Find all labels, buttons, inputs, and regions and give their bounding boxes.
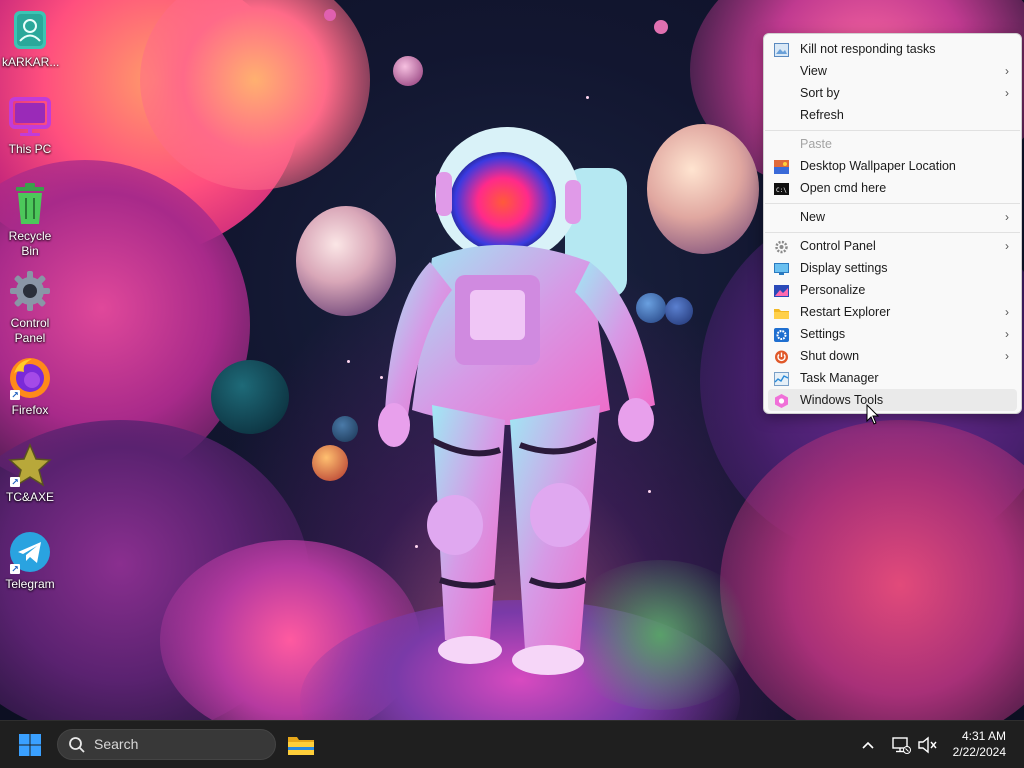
- telegram-icon: ↗: [8, 530, 52, 574]
- personalize-icon: [774, 283, 789, 297]
- chevron-right-icon: ›: [1005, 239, 1009, 253]
- taskbar-file-explorer-button[interactable]: [286, 731, 316, 759]
- display-icon: [774, 261, 789, 275]
- menu-separator: [765, 203, 1020, 204]
- desktop-icon-label: TC&AXE: [5, 490, 54, 504]
- image-icon: [774, 42, 789, 57]
- menu-item-open-cmd[interactable]: C:\ Open cmd here: [768, 177, 1017, 199]
- wallpaper-icon: [774, 159, 789, 174]
- desktop-icon-label: Telegram: [5, 577, 55, 591]
- gear-icon: [8, 269, 52, 313]
- shortcut-arrow-icon: ↗: [10, 390, 20, 400]
- menu-item-refresh[interactable]: Refresh: [768, 104, 1017, 126]
- chevron-right-icon: ›: [1005, 86, 1009, 100]
- taskbar-search-box[interactable]: Search: [57, 729, 276, 760]
- desktop-icon-telegram[interactable]: ↗ Telegram: [2, 530, 58, 592]
- menu-item-view[interactable]: View ›: [768, 60, 1017, 82]
- desktop-icon-tc-axe[interactable]: ↗ TC&AXE: [2, 443, 58, 505]
- windows-logo-icon: [19, 734, 41, 756]
- firefox-icon: ↗: [8, 356, 52, 400]
- menu-item-kill-not-responding[interactable]: Kill not responding tasks: [768, 38, 1017, 60]
- desktop-icon-this-pc[interactable]: This PC: [2, 95, 58, 157]
- menu-item-personalize[interactable]: Personalize: [768, 279, 1017, 301]
- clock-time: 4:31 AM: [961, 729, 1006, 743]
- menu-item-display-settings[interactable]: Display settings: [768, 257, 1017, 279]
- star-icon: ↗: [8, 443, 52, 487]
- volume-muted-icon: [918, 736, 937, 754]
- desktop-icon-label: kARKAR...: [2, 55, 60, 69]
- folder-icon: [288, 737, 314, 755]
- desktop-icon-label: Control Panel: [10, 316, 50, 345]
- desktop-icon-control-panel[interactable]: Control Panel: [2, 269, 58, 346]
- search-placeholder: Search: [94, 736, 139, 752]
- menu-item-task-manager[interactable]: Task Manager: [768, 367, 1017, 389]
- menu-item-control-panel[interactable]: Control Panel ›: [768, 235, 1017, 257]
- monitor-icon: [8, 95, 52, 139]
- menu-item-settings[interactable]: Settings ›: [768, 323, 1017, 345]
- menu-item-restart-explorer[interactable]: Restart Explorer ›: [768, 301, 1017, 323]
- menu-item-sort-by[interactable]: Sort by ›: [768, 82, 1017, 104]
- mouse-cursor-icon: [866, 404, 880, 425]
- menu-separator: [765, 232, 1020, 233]
- user-folder-icon: [8, 8, 52, 52]
- desktop-icon-user-folder[interactable]: kARKAR...: [2, 8, 60, 70]
- recycle-bin-icon: [8, 182, 52, 226]
- desktop-icon-label: Firefox: [11, 403, 49, 417]
- network-status-button[interactable]: [890, 735, 912, 755]
- folder-icon: [774, 305, 789, 319]
- search-icon: [69, 737, 85, 753]
- taskbar-clock[interactable]: 4:31 AM 2/22/2024: [953, 728, 1006, 760]
- chevron-up-icon: [862, 741, 874, 749]
- desktop-icon-label: This PC: [8, 142, 52, 156]
- chevron-right-icon: ›: [1005, 64, 1009, 78]
- menu-item-wallpaper-location[interactable]: Desktop Wallpaper Location: [768, 155, 1017, 177]
- desktop-icon-firefox[interactable]: ↗ Firefox: [2, 356, 58, 418]
- power-icon: [774, 349, 789, 364]
- task-manager-icon: [774, 371, 789, 386]
- gear-icon: [774, 239, 789, 254]
- menu-item-windows-tools[interactable]: Windows Tools: [768, 389, 1017, 411]
- start-button[interactable]: [16, 731, 44, 759]
- desktop-icon-label: Recycle Bin: [8, 229, 52, 258]
- chevron-right-icon: ›: [1005, 349, 1009, 363]
- chevron-right-icon: ›: [1005, 305, 1009, 319]
- shortcut-arrow-icon: ↗: [10, 564, 20, 574]
- settings-icon: [774, 327, 789, 342]
- menu-item-paste: Paste: [800, 137, 832, 151]
- menu-item-shut-down[interactable]: Shut down ›: [768, 345, 1017, 367]
- menu-separator: [765, 130, 1020, 131]
- cmd-icon: C:\: [774, 181, 789, 195]
- taskbar: Search 4:31 AM 2/22/2024: [0, 720, 1024, 768]
- svg-text:C:\: C:\: [776, 187, 787, 194]
- chevron-right-icon: ›: [1005, 210, 1009, 224]
- desktop-context-menu: Kill not responding tasks View › Sort by…: [763, 33, 1022, 414]
- clock-date: 2/22/2024: [952, 745, 1006, 759]
- windows-tools-icon: [774, 393, 789, 408]
- tray-overflow-button[interactable]: [858, 735, 878, 755]
- network-disconnected-icon: [892, 737, 911, 754]
- shortcut-arrow-icon: ↗: [10, 477, 20, 487]
- desktop-icon-recycle-bin[interactable]: Recycle Bin: [2, 182, 58, 259]
- chevron-right-icon: ›: [1005, 327, 1009, 341]
- volume-button[interactable]: [917, 735, 939, 755]
- menu-item-new[interactable]: New ›: [768, 206, 1017, 228]
